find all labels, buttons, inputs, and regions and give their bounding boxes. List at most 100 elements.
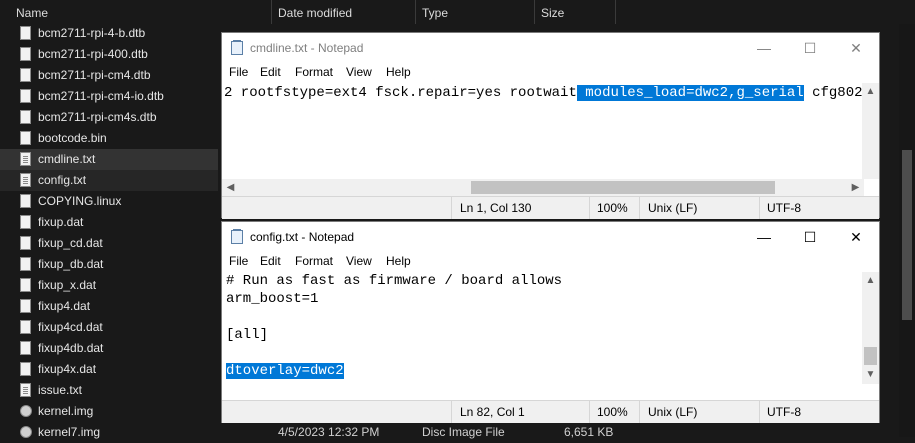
maximize-button[interactable]: ☐ [787, 222, 833, 252]
notepad-window-config[interactable]: config.txt - Notepad — ☐ ✕ File Edit For… [221, 221, 880, 423]
scroll-right-arrow-icon[interactable]: ▶ [847, 179, 864, 196]
selected-text[interactable]: dtoverlay=dwc2 [226, 363, 344, 379]
file-name: COPYING.linux [38, 194, 122, 208]
scroll-up-arrow-icon[interactable]: ▲ [862, 272, 879, 289]
file-name: fixup4db.dat [38, 341, 104, 355]
menu-edit[interactable]: Edit [260, 254, 281, 268]
vertical-scroll-thumb[interactable] [864, 347, 877, 365]
menu-edit[interactable]: Edit [260, 65, 281, 79]
list-item[interactable]: fixup4.dat [0, 296, 218, 317]
cursor-position: Ln 1, Col 130 [460, 201, 532, 215]
text-line: arm_boost=1 [226, 291, 319, 307]
menu-format[interactable]: Format [295, 254, 333, 268]
list-item[interactable]: kernel7.img [0, 422, 218, 443]
file-date: 4/5/2023 12:32 PM [278, 425, 380, 439]
file-icon [20, 152, 31, 166]
zoom-level: 100% [597, 201, 628, 215]
notepad-window-cmdline[interactable]: cmdline.txt - Notepad — ☐ ✕ File Edit Fo… [221, 32, 880, 219]
list-item[interactable]: kernel.img [0, 401, 218, 422]
disc-image-icon [20, 426, 32, 438]
text-after-selection: cfg80211.i [812, 85, 864, 101]
scroll-down-arrow-icon[interactable]: ▼ [862, 366, 879, 383]
file-name: issue.txt [38, 383, 83, 397]
file-name: fixup.dat [38, 215, 84, 229]
column-header-date-modified[interactable]: Date modified [272, 0, 416, 24]
status-separator [589, 401, 590, 423]
explorer-scroll-thumb[interactable] [902, 150, 912, 320]
file-name: cmdline.txt [38, 152, 96, 166]
list-item[interactable]: fixup.dat [0, 212, 218, 233]
file-icon [20, 341, 31, 355]
file-name: kernel.img [38, 404, 94, 418]
column-header-name[interactable]: Name [10, 0, 272, 24]
menu-view[interactable]: View [346, 254, 372, 268]
close-button[interactable]: ✕ [833, 33, 879, 63]
list-item[interactable]: fixup4cd.dat [0, 317, 218, 338]
list-item[interactable]: config.txt [0, 170, 218, 191]
minimize-button[interactable]: — [741, 33, 787, 63]
file-name: bcm2711-rpi-400.dtb [38, 47, 148, 61]
list-item[interactable]: bcm2711-rpi-cm4-io.dtb [0, 86, 218, 107]
disc-image-icon [20, 405, 32, 417]
status-separator [451, 401, 452, 423]
file-icon [20, 68, 31, 82]
column-header-size[interactable]: Size [535, 0, 616, 24]
text-line: dtoverlay=dwc2 [226, 362, 344, 380]
menu-format[interactable]: Format [295, 65, 333, 79]
text-line: # Run as fast as firmware / board allows [226, 273, 563, 289]
list-item[interactable]: fixup_x.dat [0, 275, 218, 296]
status-separator [759, 401, 760, 423]
file-icon [20, 26, 31, 40]
title-bar[interactable]: cmdline.txt - Notepad — ☐ ✕ [222, 33, 879, 63]
status-separator [639, 197, 640, 219]
file-name: bcm2711-rpi-cm4s.dtb [38, 110, 157, 124]
list-item[interactable]: issue.txt [0, 380, 218, 401]
menu-bar: File Edit Format View Help [222, 252, 879, 272]
horizontal-scroll-thumb[interactable] [471, 181, 775, 194]
menu-file[interactable]: File [229, 65, 248, 79]
list-item[interactable]: fixup4db.dat [0, 338, 218, 359]
vertical-scrollbar[interactable]: ▲ [862, 83, 879, 179]
text-editor[interactable]: 2 rootfstype=ext4 fsck.repair=yes rootwa… [222, 83, 864, 179]
text-line: [all] [226, 327, 269, 343]
text-line: 2 rootfstype=ext4 fsck.repair=yes rootwa… [224, 84, 864, 102]
file-name: fixup_x.dat [38, 278, 97, 292]
scroll-left-arrow-icon[interactable]: ◀ [222, 179, 239, 196]
file-name: bcm2711-rpi-cm4-io.dtb [38, 89, 164, 103]
file-icon [20, 257, 31, 271]
line-ending: Unix (LF) [648, 405, 698, 419]
text-editor[interactable]: # Run as fast as firmware / board allows… [222, 272, 864, 384]
menu-view[interactable]: View [346, 65, 372, 79]
file-name: fixup4cd.dat [38, 320, 103, 334]
selected-text[interactable]: modules_load=dwc2,g_serial [576, 85, 804, 101]
minimize-button[interactable]: — [741, 222, 787, 252]
list-item[interactable]: bcm2711-rpi-cm4.dtb [0, 65, 218, 86]
window-title: cmdline.txt - Notepad [250, 41, 364, 55]
title-bar[interactable]: config.txt - Notepad — ☐ ✕ [222, 222, 879, 252]
list-item[interactable]: fixup_cd.dat [0, 233, 218, 254]
text-before-selection: 2 rootfstype=ext4 fsck.repair=yes rootwa… [224, 85, 577, 101]
file-icon [20, 278, 31, 292]
maximize-button[interactable]: ☐ [787, 33, 833, 63]
list-item[interactable]: fixup_db.dat [0, 254, 218, 275]
file-icon [20, 383, 31, 397]
list-item[interactable]: bcm2711-rpi-cm4s.dtb [0, 107, 218, 128]
scroll-up-arrow-icon[interactable]: ▲ [862, 83, 879, 100]
list-item[interactable]: bcm2711-rpi-4-b.dtb [0, 23, 218, 44]
column-header-type[interactable]: Type [416, 0, 535, 24]
list-item[interactable]: cmdline.txt [0, 149, 218, 170]
menu-help[interactable]: Help [386, 65, 411, 79]
vertical-scrollbar[interactable]: ▲ ▼ [862, 272, 879, 384]
encoding: UTF-8 [767, 201, 801, 215]
menu-help[interactable]: Help [386, 254, 411, 268]
list-item[interactable]: COPYING.linux [0, 191, 218, 212]
list-item[interactable]: bootcode.bin [0, 128, 218, 149]
file-icon [20, 194, 31, 208]
close-button[interactable]: ✕ [833, 222, 879, 252]
list-item[interactable]: fixup4x.dat [0, 359, 218, 380]
list-item[interactable]: bcm2711-rpi-400.dtb [0, 44, 218, 65]
status-bar: Ln 82, Col 1 100% Unix (LF) UTF-8 [222, 400, 879, 423]
horizontal-scrollbar[interactable]: ◀ ▶ [222, 179, 864, 196]
menu-file[interactable]: File [229, 254, 248, 268]
file-icon [20, 131, 31, 145]
